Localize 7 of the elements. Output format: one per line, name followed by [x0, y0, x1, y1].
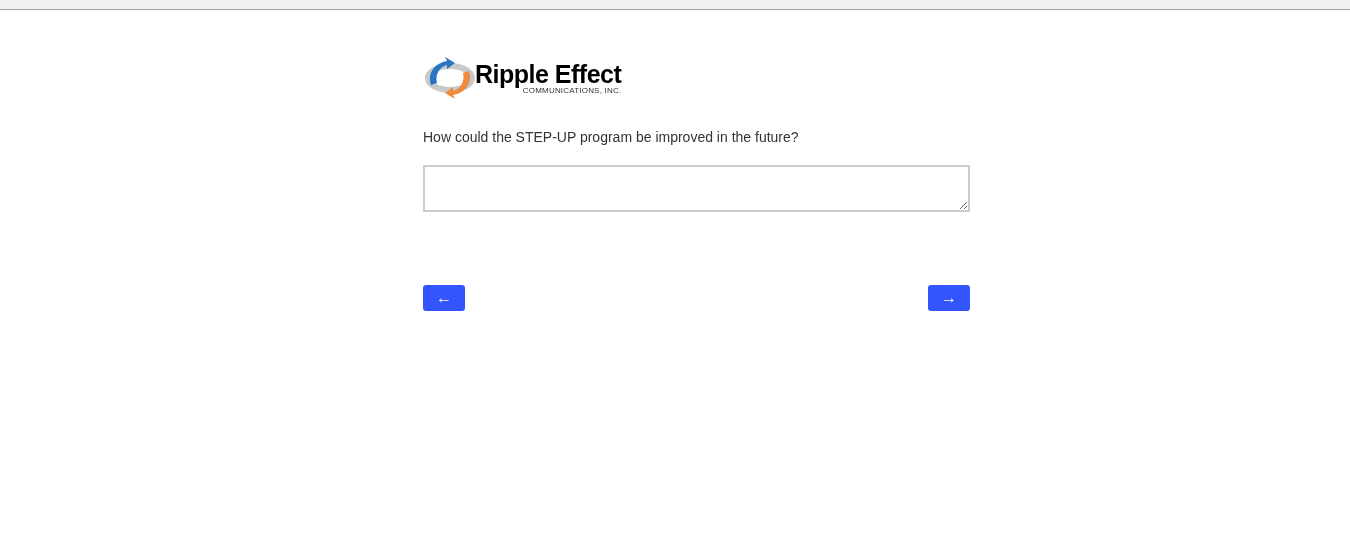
back-button[interactable]: ←: [423, 285, 465, 311]
question-text: How could the STEP-UP program be improved in the future?: [423, 128, 800, 147]
answer-field[interactable]: [423, 165, 970, 212]
logo-icon: [423, 55, 477, 101]
logo-subtitle: COMMUNICATIONS, INC.: [522, 86, 622, 95]
logo-name: Ripple Effect: [475, 61, 622, 87]
next-button[interactable]: →: [928, 285, 970, 311]
